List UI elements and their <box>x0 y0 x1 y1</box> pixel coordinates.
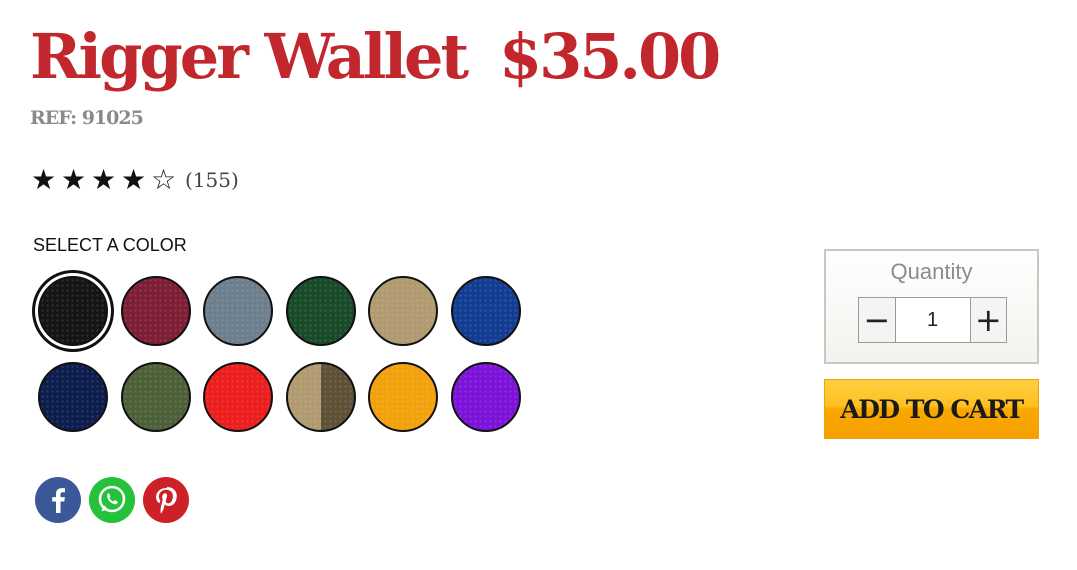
review-count[interactable]: (155) <box>185 168 239 192</box>
pinterest-icon[interactable] <box>143 477 189 528</box>
color-swatches <box>38 276 538 438</box>
add-to-cart-button[interactable]: ADD TO CART <box>824 379 1039 439</box>
color-swatch-tan[interactable] <box>368 276 438 346</box>
color-swatch-tan-brown[interactable] <box>285 362 356 432</box>
star-filled-icon: ★ <box>31 163 57 196</box>
product-ref: REF: 91025 <box>30 107 144 129</box>
color-swatch-royal-blue[interactable] <box>450 276 521 346</box>
color-swatch-olive[interactable] <box>120 362 191 432</box>
quantity-increase-button[interactable]: + <box>969 298 1006 342</box>
product-price: $35.00 <box>499 20 721 93</box>
quantity-stepper: − + <box>858 297 1007 343</box>
product-title: Rigger Wallet <box>30 20 469 93</box>
facebook-icon[interactable] <box>35 477 81 528</box>
rating-stars: ★ ★ ★ ★ ☆ <box>31 166 181 194</box>
star-filled-icon: ★ <box>91 163 117 196</box>
color-picker-label: SELECT A COLOR <box>33 235 187 255</box>
color-swatch-red[interactable] <box>203 362 273 432</box>
color-swatch-burgundy[interactable] <box>120 276 191 346</box>
star-empty-icon: ☆ <box>151 163 177 196</box>
rating[interactable]: ★ ★ ★ ★ ☆ (155) <box>31 166 239 194</box>
star-filled-icon: ★ <box>121 163 147 196</box>
color-swatch-grey[interactable] <box>203 276 273 346</box>
quantity-decrease-button[interactable]: − <box>859 298 896 342</box>
quantity-input[interactable] <box>895 298 970 342</box>
color-swatch-navy[interactable] <box>38 362 108 432</box>
color-swatch-gold[interactable] <box>368 362 438 432</box>
color-swatch-black[interactable] <box>38 276 108 346</box>
color-swatch-purple[interactable] <box>450 362 521 432</box>
quantity-label: Quantity <box>890 259 973 284</box>
quantity-panel: Quantity − + <box>824 249 1039 364</box>
color-swatch-dark-green[interactable] <box>285 276 356 346</box>
star-filled-icon: ★ <box>61 163 87 196</box>
whatsapp-icon[interactable] <box>89 477 135 528</box>
